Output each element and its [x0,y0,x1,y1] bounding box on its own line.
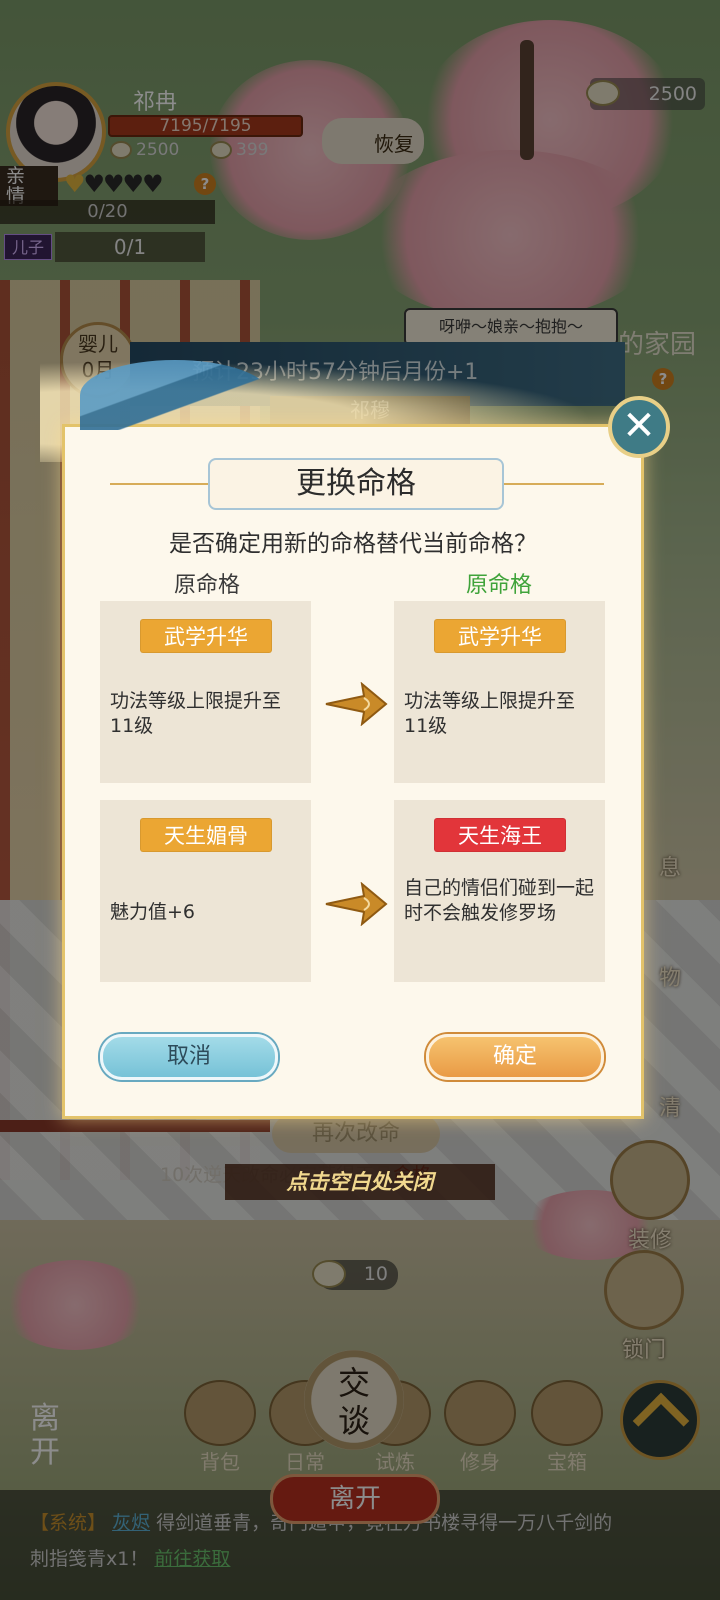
new-fate-header: 原命格 [465,573,532,598]
dismiss-hint: 点击空白处关闭 [225,1164,495,1200]
fate-tag: 天生媚骨 [140,818,272,852]
old-fate-card: 武学升华 功法等级上限提升至11级 [100,601,311,783]
fate-tag: 武学升华 [140,619,272,653]
dialog-question: 是否确定用新的命格替代当前命格？ [169,531,537,557]
arrow-right-icon [325,882,388,926]
fate-tag: 天生海王 [434,818,566,852]
new-fate-card: 天生海王 自己的情侣们碰到一起时不会触发修罗场 [394,800,605,982]
fate-description: 功法等级上限提升至11级 [404,690,576,737]
fate-description: 魅力值+6 [110,901,196,923]
original-fate-header: 原命格 [173,573,240,598]
old-fate-card: 天生媚骨 魅力值+6 [100,800,311,982]
arrow-right-icon [325,682,388,726]
title-divider [504,483,604,485]
fate-description: 功法等级上限提升至11级 [110,690,282,737]
title-divider [110,483,210,485]
confirm-button[interactable]: 确定 [426,1034,604,1080]
fate-tag: 武学升华 [434,619,566,653]
close-button[interactable]: ✕ [608,396,670,458]
dialog-title: 更换命格 [208,458,504,510]
mountain-decoration [80,360,270,430]
cancel-button[interactable]: 取消 [100,1034,278,1080]
fate-description: 自己的情侣们碰到一起时不会触发修罗场 [404,877,595,924]
new-fate-card: 武学升华 功法等级上限提升至11级 [394,601,605,783]
close-icon: ✕ [622,403,656,449]
